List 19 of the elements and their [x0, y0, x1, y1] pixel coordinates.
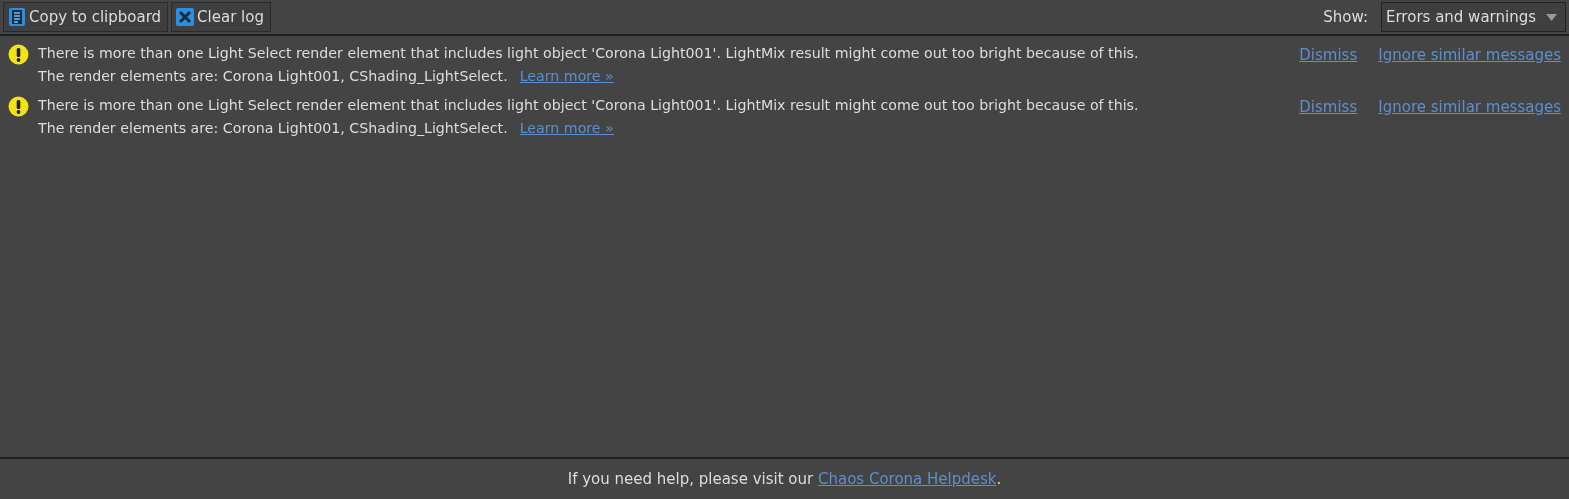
dismiss-link[interactable]: Dismiss — [1299, 96, 1358, 140]
filter-dropdown[interactable]: Errors and warnings — [1381, 2, 1566, 32]
ignore-link[interactable]: Ignore similar messages — [1378, 96, 1561, 140]
message-text: There is more than one Light Select render element that includes light object 'Corona Light001'. LightMix result might come out too bright because of this. The render elements are: Corona Light001, CShading_LightSelect. Learn more » — [38, 96, 1140, 138]
warning-icon — [8, 96, 29, 117]
learn-more-link[interactable]: Learn more » — [519, 120, 614, 136]
clipboard-icon — [7, 7, 27, 27]
clear-icon — [175, 7, 196, 27]
clear-button[interactable]: Clear log — [171, 2, 271, 32]
helpdesk-link[interactable]: Chaos Corona Helpdesk — [817, 469, 997, 488]
warning-icon — [8, 44, 29, 65]
caret-icon — [1546, 13, 1557, 21]
ignore-link[interactable]: Ignore similar messages — [1378, 44, 1561, 88]
dismiss-link[interactable]: Dismiss — [1299, 44, 1358, 88]
help-text: If you need help, please visit our Chaos Corona Helpdesk. — [567, 468, 1002, 490]
filter-label: Show: — [1323, 6, 1368, 28]
message-text: There is more than one Light Select render element that includes light object 'Corona Light001'. LightMix result might come out too bright because of this. The render elements are: Corona Light001, CShading_LightSelect. Learn more » — [38, 44, 1140, 86]
copy-button[interactable]: Copy to clipboard — [3, 2, 169, 32]
learn-more-link[interactable]: Learn more » — [519, 68, 614, 84]
